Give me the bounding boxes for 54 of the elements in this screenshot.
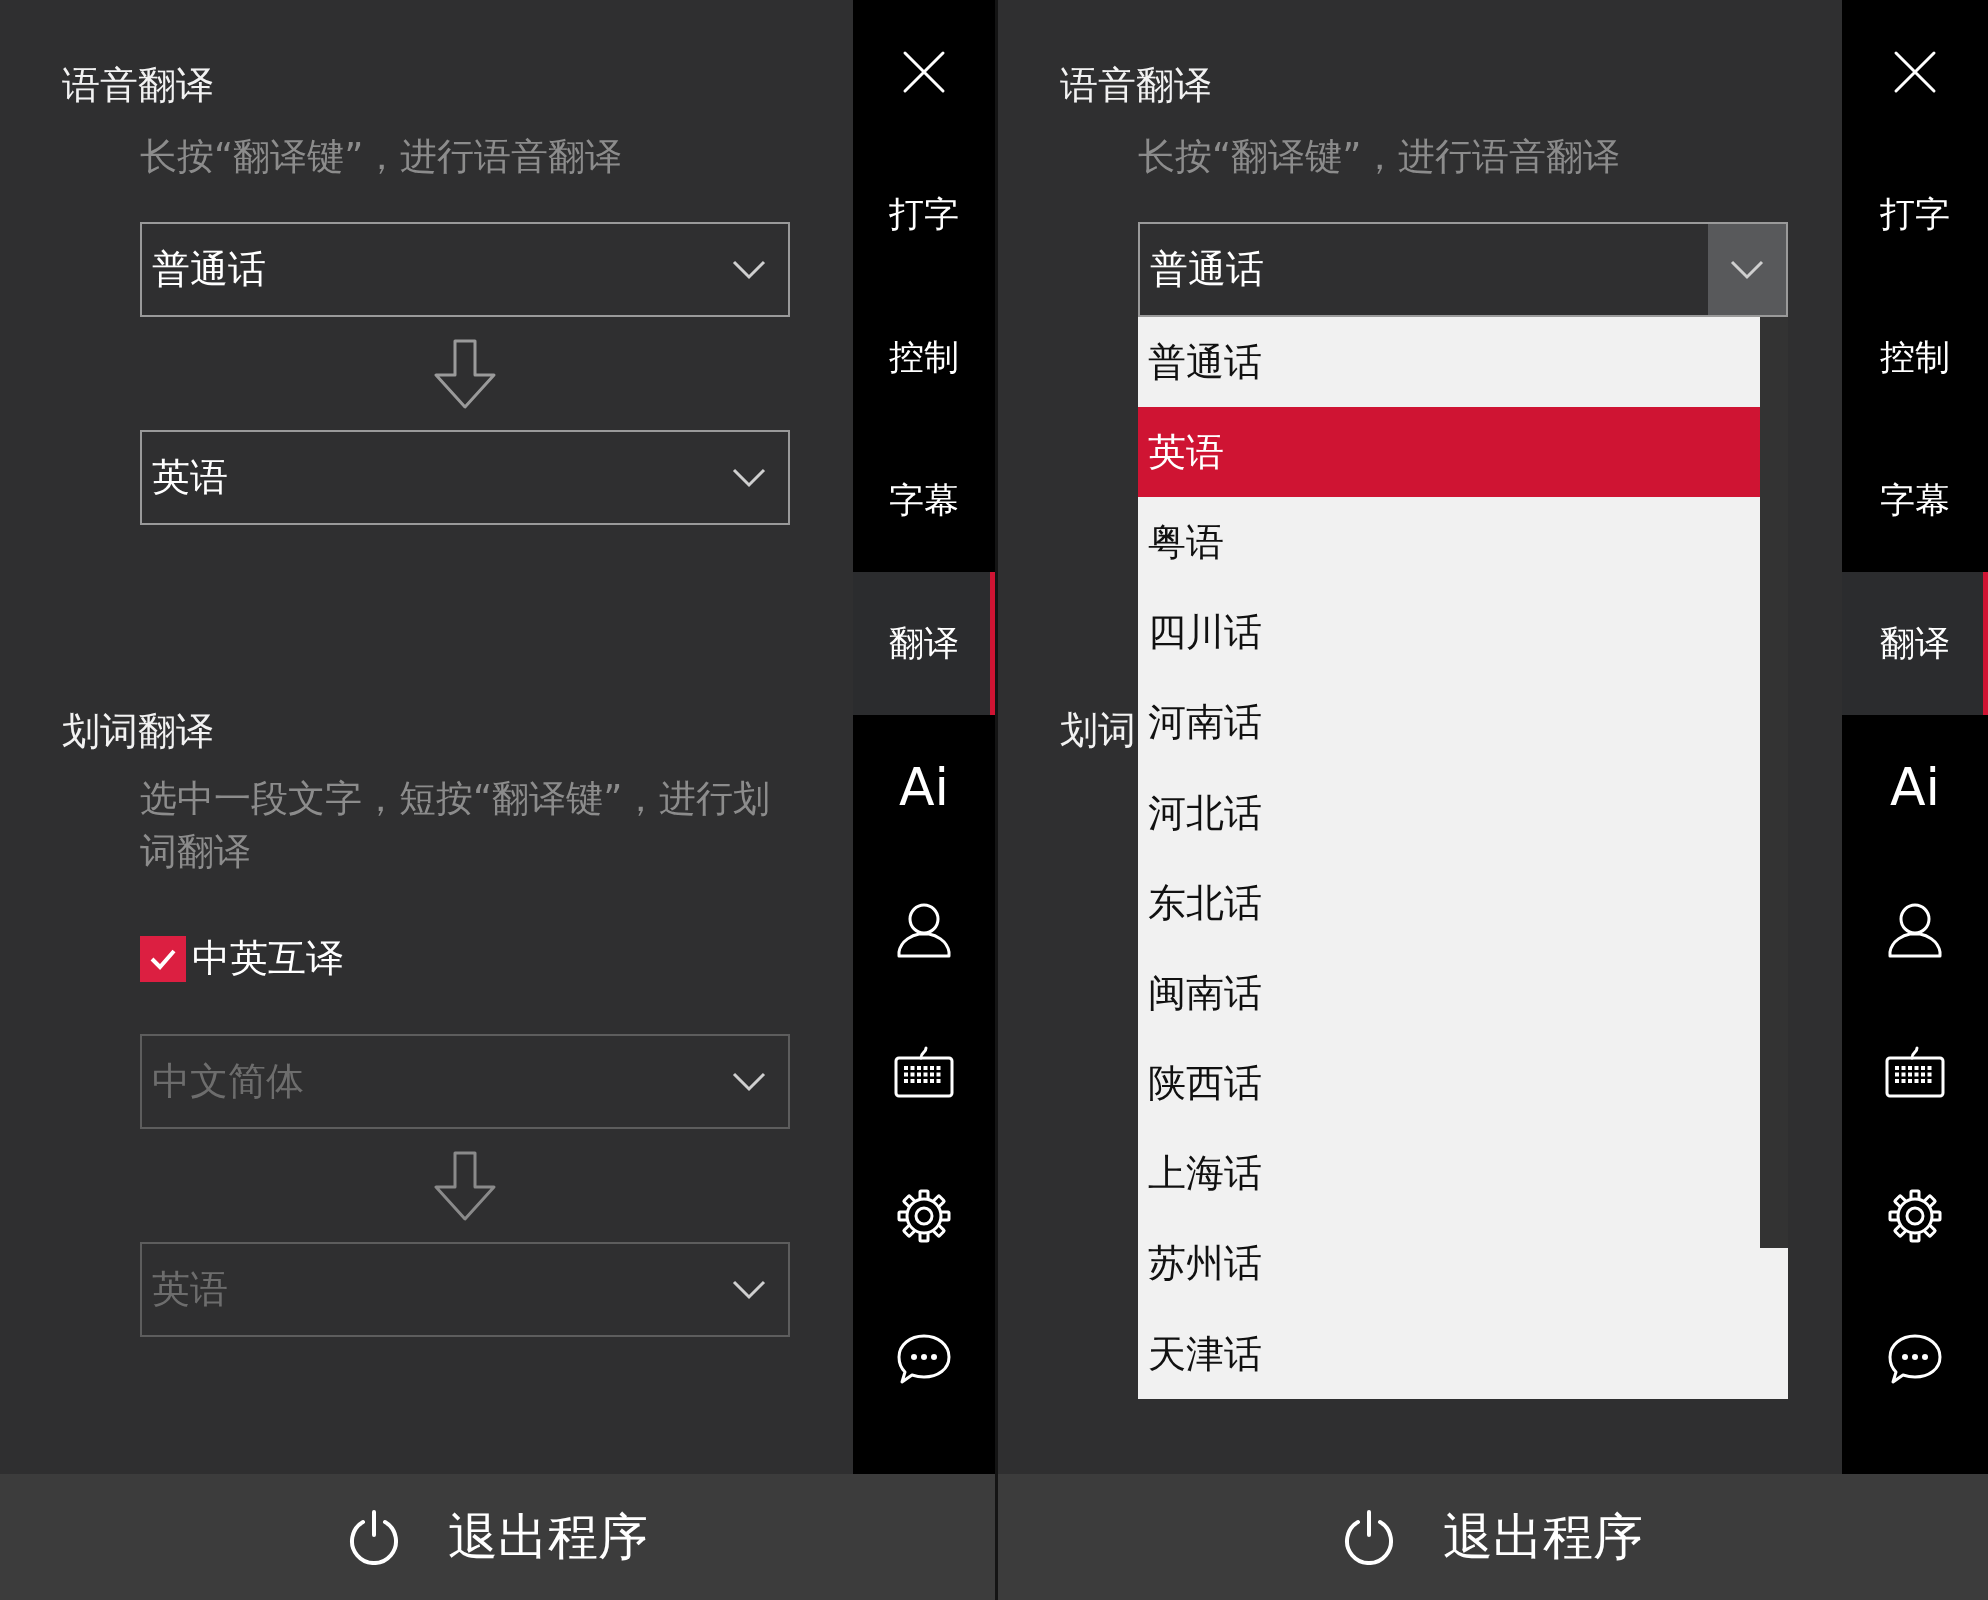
gear-icon[interactable] <box>897 1188 951 1243</box>
dropdown-option[interactable]: 英语 <box>1138 407 1760 498</box>
down-arrow-icon <box>433 338 497 409</box>
sidebar-tab[interactable]: 打字 <box>853 143 995 286</box>
section-title: 划词 <box>1060 707 1136 753</box>
chat-icon[interactable] <box>896 1332 952 1385</box>
dropdown-option[interactable]: 陕西话 <box>1138 1038 1760 1129</box>
chat-icon[interactable] <box>1887 1332 1943 1385</box>
language-select[interactable]: 普通话 <box>140 222 790 317</box>
sidebar-tab[interactable]: 控制 <box>853 286 995 429</box>
dropdown-option[interactable]: 河北话 <box>1138 767 1760 859</box>
dropdown-option[interactable]: 普通话 <box>1138 317 1760 408</box>
down-arrow-icon <box>433 1150 497 1221</box>
sidebar-tab[interactable]: Ai <box>853 715 995 858</box>
sidebar-tab[interactable]: Ai <box>1842 715 1988 858</box>
keyboard-icon[interactable] <box>893 1045 955 1100</box>
language-select[interactable]: 普通话 <box>1138 222 1788 317</box>
close-icon[interactable] <box>902 49 946 94</box>
checkbox[interactable] <box>140 935 186 982</box>
hint-text: 选中一段文字，短按“翻译键”，进行划词翻译 <box>140 776 772 875</box>
chevron-icon[interactable] <box>732 259 766 280</box>
sidebar-tab[interactable]: 翻译 <box>853 572 995 715</box>
dropdown-option[interactable]: 天津话 <box>1138 1309 1760 1400</box>
section-title: 语音翻译 <box>62 62 214 108</box>
hint-text: 长按“翻译键”，进行语音翻译 <box>140 134 624 180</box>
dropdown-option[interactable]: 闽南话 <box>1138 948 1760 1039</box>
keyboard-icon[interactable] <box>1884 1045 1946 1100</box>
hint-text: 长按“翻译键”，进行语音翻译 <box>1138 134 1622 180</box>
sidebar-tab[interactable]: 翻译 <box>1842 572 1988 715</box>
checkbox-label: 中英互译 <box>192 935 344 982</box>
section-title: 划词翻译 <box>62 708 214 754</box>
dropdown-option[interactable]: 东北话 <box>1138 858 1760 949</box>
sidebar-tab[interactable]: 字幕 <box>853 429 995 572</box>
gear-icon[interactable] <box>1888 1188 1942 1243</box>
language-select[interactable]: 英语 <box>140 430 790 525</box>
power-icon <box>347 1509 400 1565</box>
user-icon[interactable] <box>1888 901 1942 958</box>
sidebar-tab[interactable]: 打字 <box>1842 143 1988 286</box>
sidebar-tab[interactable]: 字幕 <box>1842 429 1988 572</box>
exit-button[interactable]: 退出程序 <box>341 1499 654 1575</box>
user-icon[interactable] <box>897 901 951 958</box>
dropdown-option[interactable]: 苏州话 <box>1138 1218 1760 1310</box>
dropdown-option[interactable]: 四川话 <box>1138 587 1760 678</box>
dropdown-option[interactable]: 河南话 <box>1138 677 1760 768</box>
dropdown-option[interactable]: 上海话 <box>1138 1128 1760 1219</box>
sidebar-tab[interactable]: 控制 <box>1842 286 1988 429</box>
exit-button[interactable]: 退出程序 <box>1337 1499 1649 1575</box>
power-icon <box>1343 1509 1395 1565</box>
section-title: 语音翻译 <box>1060 62 1212 108</box>
dropdown-option[interactable]: 粤语 <box>1138 497 1760 588</box>
chevron-icon[interactable] <box>732 467 766 488</box>
check-icon <box>149 947 177 970</box>
close-icon[interactable] <box>1893 49 1937 94</box>
chevron-icon[interactable] <box>1730 259 1764 280</box>
